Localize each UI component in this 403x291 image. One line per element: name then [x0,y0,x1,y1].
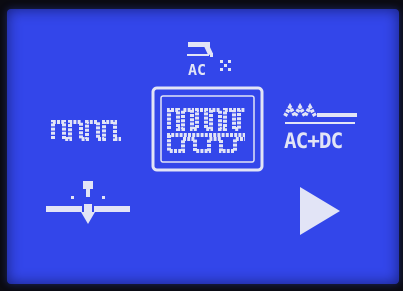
ac-pulse-wave-icon [167,108,245,153]
spot-weld-icon [46,181,130,224]
ac-dc-label: AC+DC [284,129,343,153]
start-button[interactable] [300,187,340,235]
play-triangle-icon [300,187,340,235]
spot-weld-button[interactable] [46,181,130,224]
pulse-mode-button[interactable] [51,120,121,141]
ac-dc-mix-mode-button[interactable]: AC+DC [283,102,357,153]
ac-welding-torch-icon: AC [187,42,231,79]
ac-dc-mix-icon: AC+DC [283,102,357,153]
lcd-screen: AC AC+DC [7,9,399,284]
pulse-square-wave-icon [51,120,121,141]
ac-pulse-mode-button[interactable] [151,86,264,172]
ac-label: AC [188,61,206,79]
